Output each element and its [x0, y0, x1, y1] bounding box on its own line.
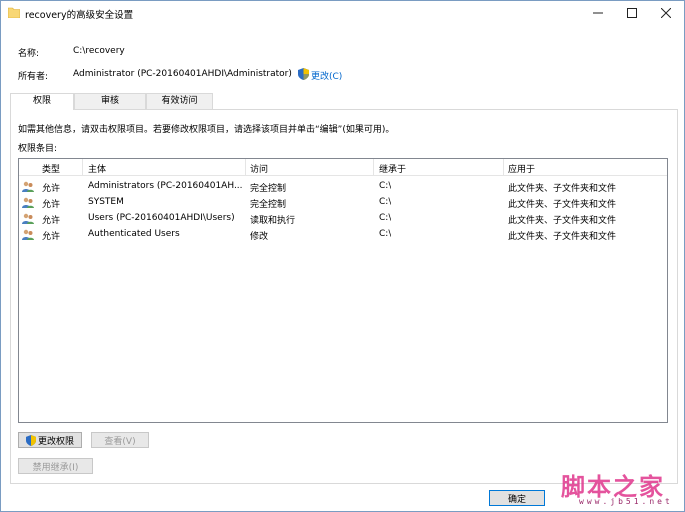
watermark-url: www.jb51.net: [579, 497, 673, 506]
permission-entries-label: 权限条目:: [18, 144, 58, 154]
row-inherited-from: C:\: [379, 181, 392, 191]
owner-label: 所有者:: [18, 72, 49, 82]
table-row[interactable]: 允许 Authenticated Users 修改 C:\ 此文件夹、子文件夹和…: [19, 227, 667, 243]
column-header-applies-to[interactable]: 应用于: [508, 162, 535, 175]
row-inherited-from: C:\: [379, 213, 392, 223]
folder-icon: [8, 7, 20, 18]
tab-auditing[interactable]: 审核: [74, 93, 146, 109]
row-access: 读取和执行: [250, 216, 296, 226]
row-inherited-from: C:\: [379, 229, 392, 239]
column-divider[interactable]: [503, 159, 504, 176]
row-applies-to: 此文件夹、子文件夹和文件: [508, 184, 617, 194]
permission-entries-list[interactable]: 类型 主体 访问 继承于 应用于 允许 Administrators (PC-2…: [18, 158, 668, 423]
users-icon: [22, 213, 34, 224]
table-row[interactable]: 允许 Administrators (PC-20160401AH... 完全控制…: [19, 179, 667, 195]
window-title: recovery的高级安全设置: [25, 10, 134, 21]
users-icon: [22, 197, 34, 208]
ok-button[interactable]: 确定: [489, 490, 545, 506]
name-label: 名称:: [18, 49, 40, 59]
column-header-type[interactable]: 类型: [42, 162, 60, 175]
tab-permissions[interactable]: 权限: [10, 93, 74, 110]
row-applies-to: 此文件夹、子文件夹和文件: [508, 200, 617, 210]
row-principal: Users (PC-20160401AHDI\Users): [88, 213, 235, 223]
change-owner-link[interactable]: 更改(C): [311, 69, 342, 82]
row-type: 允许: [42, 200, 61, 210]
row-applies-to: 此文件夹、子文件夹和文件: [508, 216, 617, 226]
site-watermark: 脚本之家 www.jb51.net: [541, 467, 681, 511]
column-divider[interactable]: [82, 159, 83, 176]
row-type: 允许: [42, 216, 61, 226]
users-icon: [22, 181, 34, 192]
minimize-button[interactable]: [581, 1, 615, 25]
row-type: 允许: [42, 184, 61, 194]
column-divider[interactable]: [373, 159, 374, 176]
row-principal: Administrators (PC-20160401AH...: [88, 181, 242, 191]
disable-inheritance-button[interactable]: 禁用继承(I): [18, 458, 93, 474]
row-access: 完全控制: [250, 184, 287, 194]
maximize-icon: [627, 8, 637, 18]
row-type: 允许: [42, 232, 61, 242]
change-permissions-label: 更改权限: [37, 436, 74, 447]
change-permissions-button[interactable]: 更改权限: [18, 432, 82, 448]
owner-value: Administrator (PC-20160401AHDI\Administr…: [73, 69, 292, 79]
tab-effective-access[interactable]: 有效访问: [146, 93, 213, 109]
column-divider[interactable]: [245, 159, 246, 176]
table-row[interactable]: 允许 SYSTEM 完全控制 C:\ 此文件夹、子文件夹和文件: [19, 195, 667, 211]
minimize-icon: [593, 12, 603, 14]
title-bar: recovery的高级安全设置: [1, 1, 684, 27]
column-header-access[interactable]: 访问: [250, 162, 268, 175]
users-icon: [22, 229, 34, 240]
row-access: 完全控制: [250, 200, 287, 210]
row-access: 修改: [250, 232, 269, 242]
list-header: 类型 主体 访问 继承于 应用于: [19, 159, 667, 176]
uac-shield-icon: [25, 434, 36, 446]
row-applies-to: 此文件夹、子文件夹和文件: [508, 232, 617, 242]
close-button[interactable]: [649, 1, 683, 25]
uac-shield-icon: [298, 68, 309, 80]
instructions-text: 如需其他信息，请双击权限项目。若要修改权限项目，请选择该项目并单击“编辑”(如果…: [18, 125, 395, 135]
maximize-button[interactable]: [615, 1, 649, 25]
column-header-inherited-from[interactable]: 继承于: [379, 162, 406, 175]
row-principal: SYSTEM: [88, 197, 124, 207]
table-row[interactable]: 允许 Users (PC-20160401AHDI\Users) 读取和执行 C…: [19, 211, 667, 227]
close-icon: [661, 8, 671, 18]
name-value: C:\recovery: [73, 46, 125, 56]
view-button[interactable]: 查看(V): [91, 432, 149, 448]
column-header-principal[interactable]: 主体: [88, 162, 106, 175]
row-principal: Authenticated Users: [88, 229, 180, 239]
advanced-security-settings-window: recovery的高级安全设置 名称: C:\recovery 所有者: Adm…: [0, 0, 685, 512]
row-inherited-from: C:\: [379, 197, 392, 207]
